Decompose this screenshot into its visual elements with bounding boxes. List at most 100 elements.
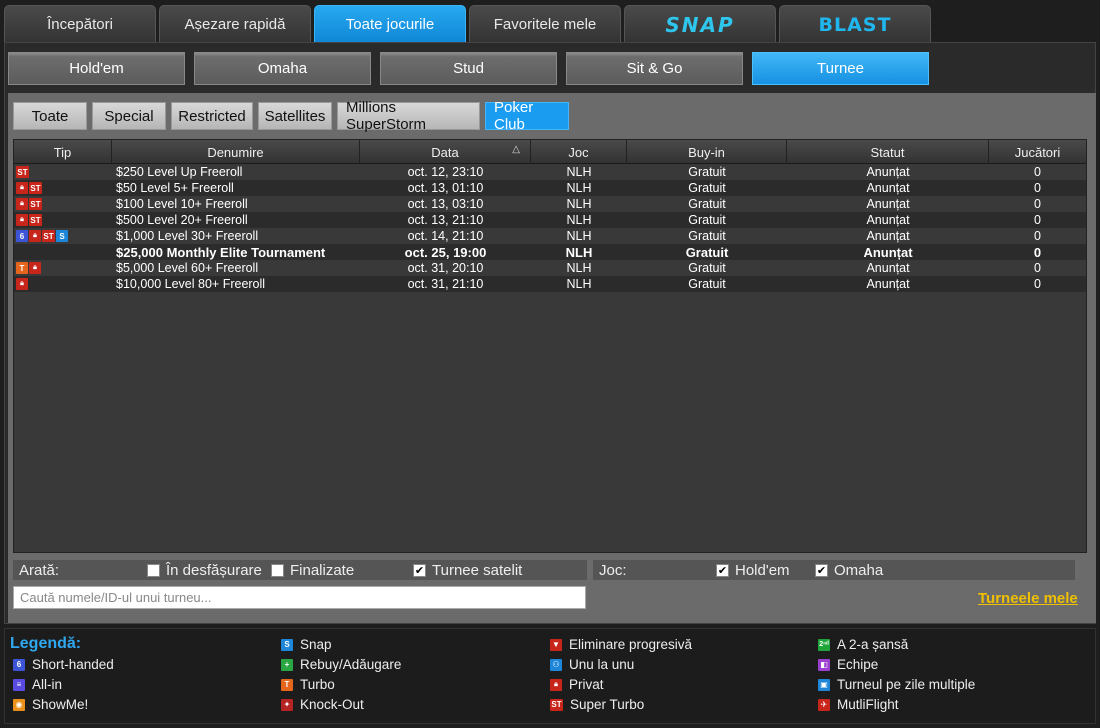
tab-label: Millions SuperStorm: [346, 99, 427, 133]
cell-buyin: Gratuit: [688, 165, 726, 179]
omaha-checkbox[interactable]: ✔: [815, 563, 828, 577]
column-header-date[interactable]: Data △: [360, 140, 531, 164]
filter-omaha[interactable]: ✔ Omaha: [815, 562, 883, 579]
legend-item: + Rebuy/Adăugare: [281, 657, 401, 672]
column-header-buyin[interactable]: Buy-in: [627, 140, 787, 164]
table-row[interactable]: 🔒︎ ST $100 Level 10+ Freeroll oct. 13, 03:1…: [14, 196, 1086, 212]
table-row[interactable]: $25,000 Monthly Elite Tournament oct. 25,…: [14, 244, 1086, 260]
tab-holdem[interactable]: Hold'em: [8, 52, 185, 85]
legend-item: ▣ Turneul pe zile multiple: [818, 677, 975, 692]
table-row[interactable]: 6 🔒︎ ST S $1,000 Level 30+ Freeroll oct. 14, …: [14, 228, 1086, 244]
filter-in-progress[interactable]: În desfășurare: [147, 562, 271, 579]
column-header-type[interactable]: Tip: [14, 140, 112, 164]
tournament-table: Tip Denumire Data △ Joc Buy-in Statut Juc…: [13, 139, 1087, 553]
filter-holdem[interactable]: ✔ Hold'em: [716, 562, 815, 579]
cell-type: 🔒︎ ST: [14, 212, 112, 228]
tab-label: Toate jocurile: [345, 16, 435, 33]
cell-date: oct. 13, 21:10: [407, 213, 484, 227]
cell-name: $5,000 Level 60+ Freeroll: [116, 261, 259, 275]
tab-blast[interactable]: BLAST: [779, 5, 931, 43]
table-row[interactable]: ST $250 Level Up Freeroll oct. 12, 23:10 NL…: [14, 164, 1086, 180]
cell-players: 0: [1034, 261, 1041, 275]
legend-item: T Turbo: [281, 677, 335, 692]
tab-snap[interactable]: SNAP: [624, 5, 776, 43]
subtab-all[interactable]: Toate: [13, 102, 87, 130]
turbo-icon: T: [281, 678, 293, 691]
subtab-poker-club[interactable]: Poker Club: [485, 99, 569, 133]
cell-status: Anunțat: [866, 261, 910, 275]
filter-satellites[interactable]: ✔ Turnee satelit: [413, 562, 522, 579]
column-header-label: Statut: [870, 144, 905, 160]
teams-icon: ◧: [818, 658, 830, 671]
cell-game: NLH: [566, 229, 592, 243]
legend-panel: Legendă: 6 Short-handed ≡ All-in ◉ ShowMe! S Sn…: [4, 628, 1096, 724]
table-row[interactable]: 🔒︎ ST $50 Level 5+ Freeroll oct. 13, 01:10 N…: [14, 180, 1086, 196]
tournament-filter-tabs: Toate Special Restricted Satellites Mill…: [13, 99, 569, 133]
cell-date: oct. 31, 20:10: [407, 261, 484, 275]
tab-label: Turnee: [817, 60, 864, 77]
cell-players: 0: [1033, 244, 1042, 260]
table-row[interactable]: 🔒︎ ST $500 Level 20+ Freeroll oct. 13, 21:1…: [14, 212, 1086, 228]
column-header-game[interactable]: Joc: [531, 140, 627, 164]
legend-item: ✈ MutliFlight: [818, 697, 899, 712]
subtab-special[interactable]: Special: [92, 102, 166, 130]
game-type-tabs: Hold'em Omaha Stud Sit & Go Turnee: [8, 52, 929, 85]
tab-stud[interactable]: Stud: [380, 52, 557, 85]
legend-item-label: Eliminare progresivă: [569, 637, 693, 652]
tournament-search-input[interactable]: [13, 586, 586, 609]
cell-date: oct. 14, 21:10: [407, 229, 484, 243]
legend-item-label: Rebuy/Adăugare: [300, 657, 402, 672]
tab-omaha[interactable]: Omaha: [194, 52, 371, 85]
cell-date: oct. 13, 01:10: [407, 181, 484, 195]
tab-all-games[interactable]: Toate jocurile: [314, 5, 466, 43]
finished-checkbox[interactable]: [271, 563, 284, 577]
cell-status: Anunțat: [866, 213, 910, 227]
cell-date: oct. 13, 03:10: [407, 197, 484, 211]
subtab-restricted[interactable]: Restricted: [171, 102, 253, 130]
tab-quick-seat[interactable]: Așezare rapidă: [159, 5, 311, 43]
cell-players: 0: [1034, 165, 1041, 179]
column-header-label: Jucători: [1014, 144, 1061, 160]
subtab-satellites[interactable]: Satellites: [258, 102, 332, 130]
column-header-name[interactable]: Denumire: [112, 140, 360, 164]
cell-name: $250 Level Up Freeroll: [116, 165, 243, 179]
column-header-players[interactable]: Jucători: [989, 140, 1086, 164]
my-tournaments-link[interactable]: Turneele mele: [978, 590, 1078, 607]
multi-day-icon: ▣: [818, 678, 830, 691]
column-header-label: Tip: [53, 144, 72, 160]
table-row[interactable]: 🔒︎ $10,000 Level 80+ Freeroll oct. 31, 21:…: [14, 276, 1086, 292]
column-header-status[interactable]: Statut: [787, 140, 989, 164]
lock-icon: 🔒︎: [16, 214, 28, 226]
cell-date: oct. 31, 21:10: [407, 277, 484, 291]
turbo-icon: T: [16, 262, 28, 274]
tab-label: Poker Club: [494, 99, 534, 133]
legend-item-label: Short-handed: [32, 657, 114, 672]
cell-type: 🔒︎ ST: [14, 180, 112, 196]
subtab-millions-superstorm[interactable]: Millions SuperStorm: [337, 99, 480, 133]
legend-item: S Snap: [281, 637, 332, 652]
holdem-checkbox[interactable]: ✔: [716, 563, 729, 577]
tab-label: Omaha: [257, 60, 308, 77]
tab-tournaments[interactable]: Turnee: [752, 52, 929, 85]
cell-buyin: Gratuit: [685, 244, 729, 260]
super-turbo-icon: ST: [16, 166, 29, 178]
tab-sit-and-go[interactable]: Sit & Go: [566, 52, 743, 85]
tab-favorites[interactable]: Favoritele mele: [469, 5, 621, 43]
tab-label: Începători: [47, 16, 113, 33]
cell-status: Anunțat: [866, 181, 910, 195]
legend-item-label: MutliFlight: [837, 697, 899, 712]
table-row[interactable]: T 🔒︎ $5,000 Level 60+ Freeroll oct. 31, 20:…: [14, 260, 1086, 276]
satellites-checkbox[interactable]: ✔: [413, 563, 426, 577]
filter-finished[interactable]: Finalizate: [271, 562, 413, 579]
tab-label: Special: [104, 107, 154, 125]
legend-item-label: Turneul pe zile multiple: [837, 677, 976, 692]
legend-item: ◉ ShowMe!: [13, 697, 88, 712]
in-progress-checkbox[interactable]: [147, 563, 160, 577]
cell-buyin: Gratuit: [688, 213, 726, 227]
lock-icon: 🔒︎: [16, 278, 28, 290]
lock-icon: 🔒︎: [550, 678, 562, 691]
cell-status: Anunțat: [863, 244, 913, 260]
tab-beginners[interactable]: Începători: [4, 5, 156, 43]
legend-item: ◧ Echipe: [818, 657, 878, 672]
column-header-label: Joc: [568, 144, 589, 160]
